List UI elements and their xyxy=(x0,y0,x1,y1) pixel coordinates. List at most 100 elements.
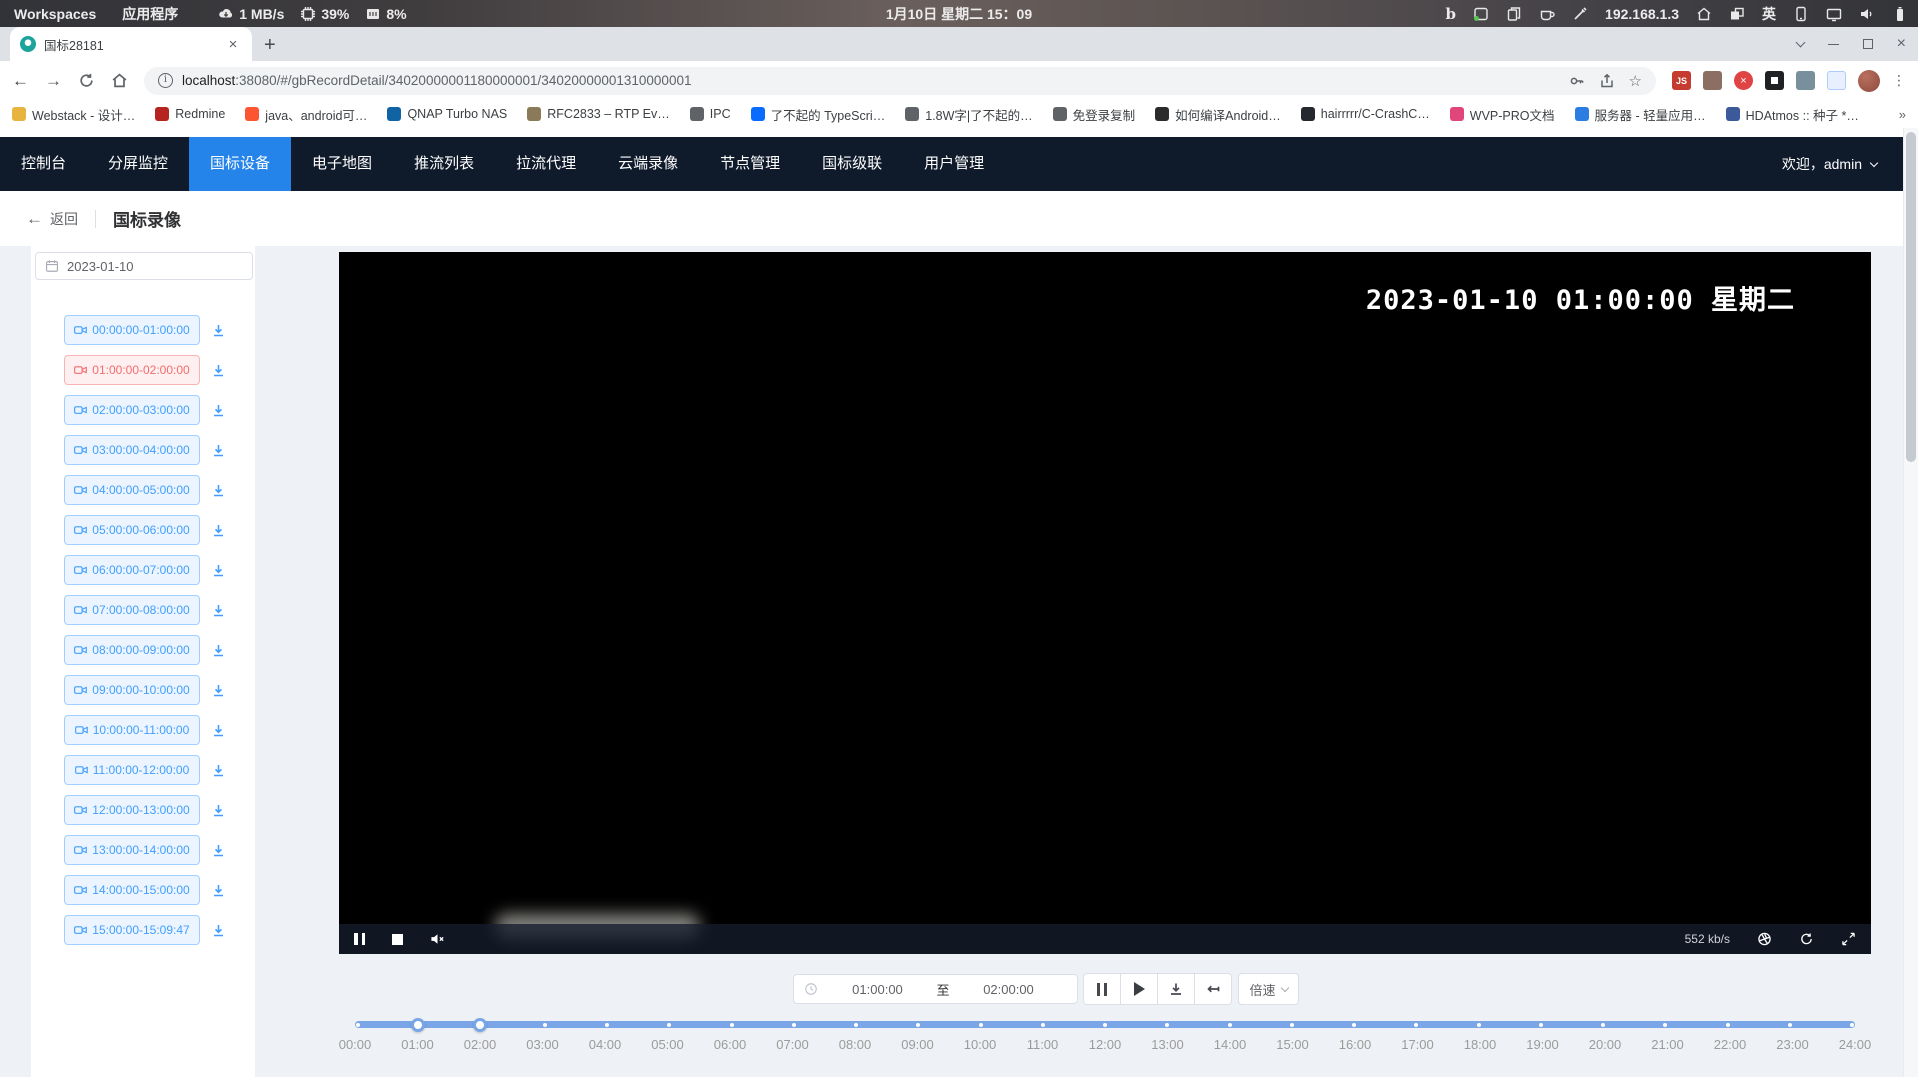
nav-menu-item[interactable]: 控制台 xyxy=(0,137,87,191)
volume-tray-icon[interactable] xyxy=(1859,6,1875,22)
window-close-button[interactable]: × xyxy=(1897,36,1906,52)
recording-button[interactable]: 10:00:00-11:00:00 xyxy=(64,715,200,745)
recording-button[interactable]: 01:00:00-02:00:00 xyxy=(64,355,200,385)
forward-button[interactable]: → xyxy=(45,71,62,91)
clipboard-tray-icon[interactable] xyxy=(1506,6,1522,22)
reload-button[interactable] xyxy=(78,72,95,89)
back-link[interactable]: ← 返回 xyxy=(26,209,78,229)
recording-button[interactable]: 12:00:00-13:00:00 xyxy=(64,795,200,825)
range-end-input[interactable]: 02:00:00 xyxy=(950,982,1068,997)
ip-address-indicator[interactable]: 192.168.1.3 xyxy=(1605,6,1679,22)
download-icon[interactable] xyxy=(211,443,226,458)
nav-menu-item[interactable]: 分屏监控 xyxy=(87,137,189,191)
extension-js-badge[interactable]: JS xyxy=(1672,71,1691,90)
video-surface[interactable] xyxy=(483,252,1731,954)
recording-button[interactable]: 13:00:00-14:00:00 xyxy=(64,835,200,865)
bookmark-item[interactable]: Webstack - 设计… xyxy=(12,105,135,124)
nav-menu-item[interactable]: 推流列表 xyxy=(393,137,495,191)
player-pause-icon[interactable] xyxy=(354,933,365,945)
back-button[interactable]: ← xyxy=(12,71,29,91)
share-icon[interactable] xyxy=(1599,73,1615,89)
bookmark-item[interactable]: HDAtmos :: 种子 *… xyxy=(1726,105,1859,124)
pause-button[interactable] xyxy=(1083,973,1121,1005)
recording-button[interactable]: 14:00:00-15:00:00 xyxy=(64,875,200,905)
video-player[interactable]: 2023-01-10 01:00:00 星期二 552 kb/s xyxy=(339,252,1871,954)
profile-avatar[interactable] xyxy=(1858,70,1880,92)
cpu-usage-indicator[interactable]: 39% xyxy=(300,6,349,22)
bookmark-item[interactable]: hairrrrr/C-CrashC… xyxy=(1301,107,1430,121)
recording-button[interactable]: 05:00:00-06:00:00 xyxy=(64,515,200,545)
snapshot-aperture-icon[interactable] xyxy=(1757,932,1772,946)
seek-back-button[interactable] xyxy=(1194,973,1232,1005)
bookmark-item[interactable]: 了不起的 TypeScri… xyxy=(751,105,886,124)
timeline-track[interactable] xyxy=(355,1021,1855,1028)
download-icon[interactable] xyxy=(211,803,226,818)
refresh-icon[interactable] xyxy=(1799,932,1814,946)
page-info-icon[interactable]: i xyxy=(158,73,173,88)
window-minimize-button[interactable] xyxy=(1828,44,1839,45)
tab-search-chevron-icon[interactable] xyxy=(1795,38,1805,48)
home-button[interactable] xyxy=(111,72,128,89)
speed-dropdown[interactable]: 倍速 xyxy=(1238,973,1298,1005)
bookmark-item[interactable]: 服务器 - 轻量应用… xyxy=(1575,105,1706,124)
home-tray-icon[interactable] xyxy=(1696,6,1712,22)
recording-button[interactable]: 09:00:00-10:00:00 xyxy=(64,675,200,705)
scrollbar-thumb[interactable] xyxy=(1906,132,1916,462)
download-icon[interactable] xyxy=(211,883,226,898)
download-icon[interactable] xyxy=(211,843,226,858)
browser-tab[interactable]: 国标28181 × xyxy=(10,27,252,61)
download-icon[interactable] xyxy=(211,323,226,338)
nav-menu-item[interactable]: 国标级联 xyxy=(801,137,903,191)
download-icon[interactable] xyxy=(211,523,226,538)
applications-button[interactable]: 应用程序 xyxy=(122,4,178,24)
recording-button[interactable]: 08:00:00-09:00:00 xyxy=(64,635,200,665)
nav-menu-item[interactable]: 拉流代理 xyxy=(495,137,597,191)
download-icon[interactable] xyxy=(211,643,226,658)
recording-button[interactable]: 07:00:00-08:00:00 xyxy=(64,595,200,625)
download-record-button[interactable] xyxy=(1157,973,1195,1005)
recording-button[interactable]: 11:00:00-12:00:00 xyxy=(64,755,200,785)
recording-button[interactable]: 06:00:00-07:00:00 xyxy=(64,555,200,585)
recording-button[interactable]: 15:00:00-15:09:47 xyxy=(64,915,200,945)
nav-menu-item[interactable]: 用户管理 xyxy=(903,137,1005,191)
extension-blocker-icon[interactable]: × xyxy=(1734,71,1753,90)
download-icon[interactable] xyxy=(211,403,226,418)
player-stop-icon[interactable] xyxy=(392,934,403,945)
bookmark-item[interactable]: 如何编译Android… xyxy=(1155,105,1281,124)
workspaces-button[interactable]: Workspaces xyxy=(14,6,96,22)
screenshot-tray-icon[interactable] xyxy=(1473,6,1489,22)
bookmark-item[interactable]: 1.8W字|了不起的… xyxy=(905,105,1032,124)
phone-connect-icon[interactable] xyxy=(1793,6,1809,22)
download-icon[interactable] xyxy=(211,483,226,498)
recording-button[interactable]: 02:00:00-03:00:00 xyxy=(64,395,200,425)
window-maximize-button[interactable] xyxy=(1863,39,1873,49)
tray-b-icon[interactable]: b xyxy=(1446,6,1457,22)
extension-icon-4[interactable] xyxy=(1765,71,1784,90)
recording-button[interactable]: 00:00:00-01:00:00 xyxy=(64,315,200,345)
extension-icon-6[interactable] xyxy=(1827,71,1846,90)
bookmark-item[interactable]: java、android可… xyxy=(245,105,367,124)
timeline-handle[interactable] xyxy=(473,1018,487,1032)
range-start-input[interactable]: 01:00:00 xyxy=(818,982,936,997)
download-icon[interactable] xyxy=(211,363,226,378)
download-icon[interactable] xyxy=(211,603,226,618)
network-speed-indicator[interactable]: 1 MB/s xyxy=(218,6,284,22)
time-range-picker[interactable]: 01:00:00 至 02:00:00 xyxy=(793,974,1078,1004)
display-tray-icon[interactable] xyxy=(1826,6,1842,22)
date-picker-input[interactable]: 2023-01-10 xyxy=(35,252,253,280)
color-picker-tray-icon[interactable] xyxy=(1572,6,1588,22)
bookmark-star-icon[interactable]: ☆ xyxy=(1629,72,1642,90)
recording-button[interactable]: 03:00:00-04:00:00 xyxy=(64,435,200,465)
download-icon[interactable] xyxy=(211,723,226,738)
new-tab-button[interactable]: + xyxy=(264,35,276,55)
recording-button[interactable]: 04:00:00-05:00:00 xyxy=(64,475,200,505)
nav-menu-item[interactable]: 云端录像 xyxy=(597,137,699,191)
clock-calendar-button[interactable]: 1月10日 星期二 15：09 xyxy=(886,4,1032,24)
browser-menu-icon[interactable]: ⋮ xyxy=(1892,72,1906,89)
password-key-icon[interactable] xyxy=(1569,73,1585,89)
bookmark-item[interactable]: 免登录复制 xyxy=(1053,105,1136,124)
coffee-tray-icon[interactable] xyxy=(1539,6,1555,22)
download-icon[interactable] xyxy=(211,923,226,938)
download-icon[interactable] xyxy=(211,563,226,578)
play-button[interactable] xyxy=(1120,973,1158,1005)
